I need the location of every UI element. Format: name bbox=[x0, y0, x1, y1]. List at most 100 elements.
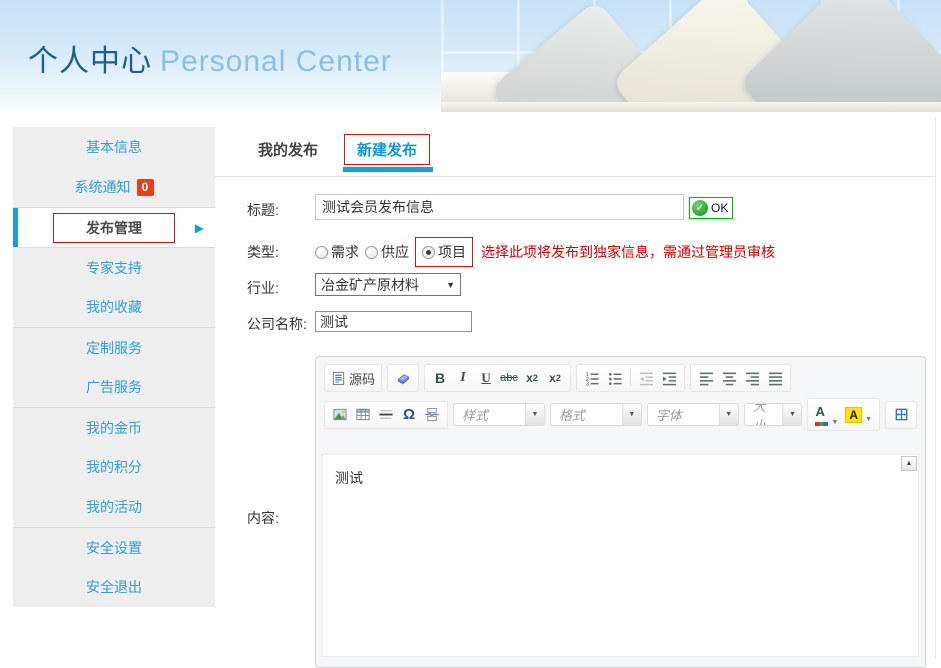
radio-demand[interactable]: 需求 bbox=[315, 242, 359, 262]
validation-ok-badge: ✓ OK bbox=[689, 197, 733, 219]
active-indicator-bar bbox=[13, 208, 18, 247]
sidebar-item-publish-manage[interactable]: 发布管理 ▶ bbox=[13, 207, 215, 247]
maximize-icon bbox=[894, 407, 909, 422]
radio-supply[interactable]: 供应 bbox=[365, 242, 409, 262]
select-arrow-icon: ▼ bbox=[446, 280, 455, 290]
bg-color-button[interactable]: A ▼ bbox=[842, 405, 875, 425]
horizontal-rule-button[interactable] bbox=[375, 404, 397, 426]
insert-table-button[interactable] bbox=[352, 404, 374, 426]
annotation-red-box: 新建发布 bbox=[344, 134, 430, 165]
toolbar-group-lists: 123 bbox=[576, 364, 685, 392]
shelf bbox=[441, 102, 941, 112]
chevron-down-icon[interactable]: ▼ bbox=[525, 404, 544, 425]
numbered-list-icon: 123 bbox=[585, 371, 600, 386]
align-justify-icon bbox=[768, 371, 783, 386]
industry-select[interactable]: 冶金矿产原材料 ▼ bbox=[315, 273, 461, 296]
sidebar-item-expert-support[interactable]: 专家支持 bbox=[13, 247, 215, 287]
special-char-button[interactable]: Ω bbox=[398, 404, 420, 426]
chevron-down-icon: ▼ bbox=[865, 416, 872, 423]
maximize-button[interactable] bbox=[890, 404, 912, 426]
source-code-button[interactable]: 源码 bbox=[329, 367, 377, 389]
toolbar-group-colors: A ▼ A ▼ bbox=[807, 398, 880, 431]
bulleted-list-button[interactable] bbox=[604, 367, 626, 389]
toolbar-row-1: 源码 B I U abc x2 x2 bbox=[324, 364, 917, 392]
annotation-red-box: 项目 bbox=[415, 237, 473, 267]
insert-image-button[interactable] bbox=[329, 404, 351, 426]
arrow-right-icon: ▶ bbox=[195, 221, 204, 235]
sidebar-item-label: 发布管理 bbox=[86, 220, 142, 236]
toolbar-separator bbox=[630, 370, 631, 386]
type-radio-group: 需求 供应 项目 选择此项将发布到独家信息，需通过管理员审核 bbox=[315, 237, 775, 267]
indent-button[interactable] bbox=[658, 367, 680, 389]
align-right-button[interactable] bbox=[741, 367, 763, 389]
font-dropdown[interactable]: 字体 ▼ bbox=[647, 403, 739, 426]
radio-checked-icon[interactable] bbox=[422, 246, 435, 259]
strikethrough-button[interactable]: abc bbox=[498, 367, 520, 389]
align-center-button[interactable] bbox=[718, 367, 740, 389]
size-dropdown-label: 大小 bbox=[745, 403, 783, 426]
superscript-num: 2 bbox=[556, 373, 561, 383]
page-break-icon bbox=[424, 407, 440, 422]
highlight-a-icon: A bbox=[845, 407, 862, 423]
align-left-button[interactable] bbox=[695, 367, 717, 389]
italic-button[interactable]: I bbox=[452, 367, 474, 389]
tab-my-posts[interactable]: 我的发布 bbox=[258, 139, 318, 160]
sidebar-item-security-settings[interactable]: 安全设置 bbox=[13, 527, 215, 567]
sidebar-item-my-coins[interactable]: 我的金币 bbox=[13, 407, 215, 447]
text-color-letter: A bbox=[815, 403, 828, 426]
image-icon bbox=[332, 407, 348, 422]
underline-button[interactable]: U bbox=[475, 367, 497, 389]
page-break-button[interactable] bbox=[421, 404, 443, 426]
radio-project[interactable]: 项目 bbox=[422, 242, 466, 262]
sidebar-item-custom-service[interactable]: 定制服务 bbox=[13, 327, 215, 367]
chevron-down-icon[interactable]: ▼ bbox=[719, 404, 738, 425]
editor-content-area[interactable]: ▲ 测试 bbox=[322, 454, 919, 657]
tab-new-post[interactable]: 新建发布 bbox=[357, 142, 417, 159]
font-dropdown-label: 字体 bbox=[648, 405, 719, 424]
numbered-list-button[interactable]: 123 bbox=[581, 367, 603, 389]
editor-body-text[interactable]: 测试 bbox=[323, 455, 918, 501]
radio-label: 需求 bbox=[331, 242, 359, 262]
page-header: 个人中心Personal Center bbox=[0, 0, 941, 112]
chevron-down-icon[interactable]: ▼ bbox=[622, 404, 641, 425]
text-color-button[interactable]: A ▼ bbox=[812, 401, 841, 428]
outdent-button[interactable] bbox=[635, 367, 657, 389]
size-dropdown[interactable]: 大小 ▼ bbox=[744, 403, 803, 426]
horizontal-rule-icon bbox=[378, 407, 394, 422]
format-dropdown-label: 格式 bbox=[551, 405, 622, 424]
format-dropdown[interactable]: 格式 ▼ bbox=[550, 403, 642, 426]
sidebar-item-my-favorites[interactable]: 我的收藏 bbox=[13, 287, 215, 327]
content-label: 内容: bbox=[247, 508, 279, 528]
sidebar-item-label: 我的活动 bbox=[86, 497, 142, 517]
styles-dropdown[interactable]: 样式 ▼ bbox=[453, 403, 545, 426]
bold-button[interactable]: B bbox=[429, 367, 451, 389]
tab-bar: 我的发布 新建发布 bbox=[258, 134, 430, 165]
sidebar-item-label: 专家支持 bbox=[86, 258, 142, 278]
sidebar-item-logout[interactable]: 安全退出 bbox=[13, 567, 215, 607]
toolbar-group-align bbox=[690, 364, 791, 392]
remove-format-button[interactable] bbox=[392, 367, 414, 389]
sidebar-item-ad-service[interactable]: 广告服务 bbox=[13, 367, 215, 407]
superscript-button[interactable]: x2 bbox=[544, 367, 566, 389]
pillow-photo bbox=[441, 0, 941, 112]
company-input[interactable] bbox=[315, 311, 472, 332]
scrollbar-up-button[interactable]: ▲ bbox=[901, 456, 917, 471]
radio-icon[interactable] bbox=[315, 246, 328, 259]
sidebar-item-label: 我的收藏 bbox=[86, 297, 142, 317]
sidebar-item-my-points[interactable]: 我的积分 bbox=[13, 447, 215, 487]
title-input[interactable] bbox=[315, 194, 684, 220]
sidebar-item-my-activities[interactable]: 我的活动 bbox=[13, 487, 215, 527]
radio-icon[interactable] bbox=[365, 246, 378, 259]
type-hint-text: 选择此项将发布到独家信息，需通过管理员审核 bbox=[481, 242, 775, 262]
source-button-label: 源码 bbox=[349, 369, 375, 388]
superscript-base: x bbox=[549, 371, 556, 385]
chevron-down-icon[interactable]: ▼ bbox=[782, 404, 801, 425]
radio-label: 项目 bbox=[438, 242, 466, 262]
indent-icon bbox=[662, 371, 677, 386]
toolbar-group-source: 源码 bbox=[324, 364, 382, 392]
align-justify-button[interactable] bbox=[764, 367, 786, 389]
sidebar-item-basic-info[interactable]: 基本信息 bbox=[13, 127, 215, 167]
sidebar-item-system-notice[interactable]: 系统通知 0 bbox=[13, 167, 215, 207]
page-title-zh: 个人中心 bbox=[28, 45, 152, 78]
subscript-button[interactable]: x2 bbox=[521, 367, 543, 389]
